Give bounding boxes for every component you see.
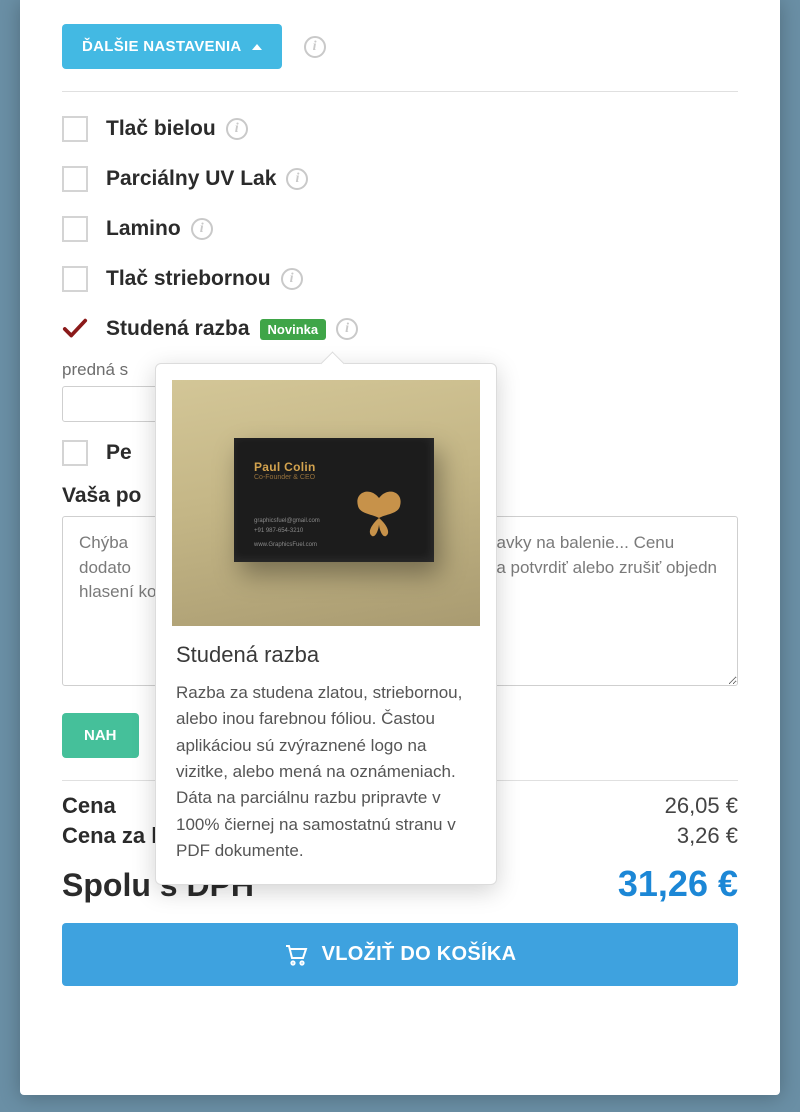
option-label: Pe bbox=[106, 441, 132, 465]
more-settings-label: ĎALŠIE NASTAVENIA bbox=[82, 38, 242, 55]
upload-button-label: NAH bbox=[84, 727, 117, 744]
option-label: Studená razba bbox=[106, 317, 250, 341]
card-subtitle: Co-Founder & CEO bbox=[254, 474, 315, 481]
cart-icon bbox=[284, 944, 308, 966]
price-value: 26,05 € bbox=[665, 793, 738, 819]
info-icon[interactable]: i bbox=[226, 118, 248, 140]
option-row-uv-lak: Parciálny UV Lak i bbox=[62, 154, 738, 204]
checkbox[interactable] bbox=[62, 166, 88, 192]
checkbox[interactable] bbox=[62, 216, 88, 242]
info-icon[interactable]: i bbox=[281, 268, 303, 290]
option-label: Parciálny UV Lak bbox=[106, 167, 276, 191]
card-line: www.GraphicsFuel.com bbox=[254, 542, 317, 548]
new-badge: Novinka bbox=[260, 319, 327, 340]
option-label: Tlač striebornou bbox=[106, 267, 271, 291]
upload-button[interactable]: NAH bbox=[62, 713, 139, 758]
info-icon[interactable]: i bbox=[304, 36, 326, 58]
per-piece-value: 3,26 € bbox=[677, 823, 738, 849]
info-icon[interactable]: i bbox=[336, 318, 358, 340]
option-label: Tlač bielou bbox=[106, 117, 216, 141]
option-label: Lamino bbox=[106, 217, 181, 241]
price-label: Cena bbox=[62, 793, 116, 819]
tooltip-title: Studená razba bbox=[176, 642, 476, 668]
add-to-cart-button[interactable]: VLOŽIŤ DO KOŠÍKA bbox=[62, 923, 738, 986]
option-row-cold-stamp: Studená razba Novinka i bbox=[62, 304, 738, 354]
checkbox-checked[interactable] bbox=[62, 316, 88, 342]
card-name: Paul Colin bbox=[254, 460, 316, 474]
card-line: +91 987-654-3210 bbox=[254, 528, 303, 534]
chevron-up-icon bbox=[252, 44, 262, 50]
cart-button-label: VLOŽIŤ DO KOŠÍKA bbox=[322, 943, 517, 966]
config-panel: ĎALŠIE NASTAVENIA i Tlač bielou i Parciá… bbox=[20, 0, 780, 1095]
tooltip-text: Razba za studena zlatou, striebornou, al… bbox=[176, 680, 476, 864]
card-line: graphicsfuel@gmail.com bbox=[254, 518, 320, 524]
butterfly-icon bbox=[352, 488, 406, 538]
business-card-preview: Paul Colin Co-Founder & CEO graphicsfuel… bbox=[234, 438, 434, 562]
option-row-lamino: Lamino i bbox=[62, 204, 738, 254]
checkbox[interactable] bbox=[62, 440, 88, 466]
info-icon[interactable]: i bbox=[191, 218, 213, 240]
checkbox[interactable] bbox=[62, 266, 88, 292]
tooltip-image: Paul Colin Co-Founder & CEO graphicsfuel… bbox=[172, 380, 480, 626]
divider bbox=[62, 91, 738, 92]
option-row-white-print: Tlač bielou i bbox=[62, 104, 738, 154]
tooltip-popover: Paul Colin Co-Founder & CEO graphicsfuel… bbox=[155, 363, 497, 885]
checkbox[interactable] bbox=[62, 116, 88, 142]
total-value: 31,26 € bbox=[618, 863, 738, 905]
info-icon[interactable]: i bbox=[286, 168, 308, 190]
checkmark-icon bbox=[62, 317, 88, 341]
header-row: ĎALŠIE NASTAVENIA i bbox=[62, 24, 738, 69]
option-row-silver-print: Tlač striebornou i bbox=[62, 254, 738, 304]
more-settings-button[interactable]: ĎALŠIE NASTAVENIA bbox=[62, 24, 282, 69]
